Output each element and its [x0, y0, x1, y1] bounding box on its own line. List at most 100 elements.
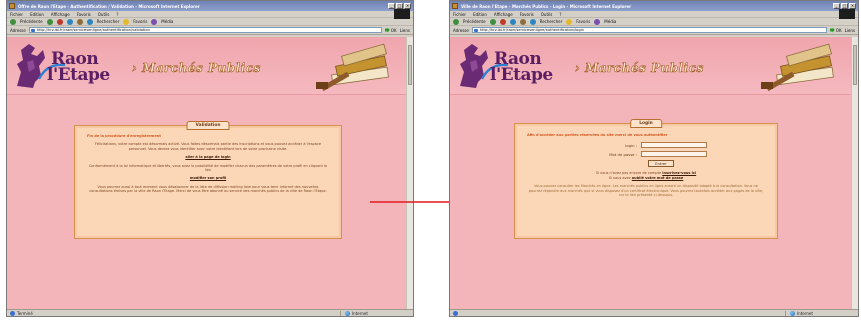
status-page-icon: [10, 310, 15, 316]
back-button-label[interactable]: Précédente: [20, 19, 43, 24]
menu-affichage[interactable]: Affichage: [494, 12, 513, 17]
back-button-label[interactable]: Précédente: [463, 19, 486, 24]
menu-favoris[interactable]: Favoris: [77, 12, 91, 17]
windows-logo-icon: [394, 9, 410, 19]
left-title-bar[interactable]: Offre de Raon l'Etape - Authentification…: [7, 1, 413, 11]
login-row: login :: [527, 142, 765, 149]
zone-label: Internet: [797, 310, 813, 316]
left-window-title: Offre de Raon l'Etape - Authentification…: [18, 3, 200, 9]
menu-fichier[interactable]: Fichier: [453, 12, 466, 17]
media-button-label[interactable]: Média: [604, 19, 616, 24]
right-browser-window: Ville de Raon l'Etape - Marchés Publics …: [449, 0, 859, 317]
menu-help[interactable]: ?: [116, 12, 118, 17]
validation-paragraph-3: Vous pourrez aussi à tout moment vous dé…: [89, 184, 327, 194]
forgot-note-text: Si vous avez: [608, 175, 631, 180]
go-label: OK: [390, 27, 397, 33]
logo-text-etape: l'Etape: [47, 65, 110, 85]
validation-paragraph-2: Conformément à la loi informatique et li…: [88, 163, 328, 173]
validation-heading: Fin de la procédure d'enregistrement: [87, 134, 161, 138]
password-label: Mot de passe :: [609, 151, 637, 157]
links-label[interactable]: Liens: [845, 28, 855, 33]
modify-profile-link[interactable]: modifier son profil: [190, 176, 226, 180]
panel-tab-login: Login: [630, 119, 662, 128]
home-icon[interactable]: [76, 18, 83, 25]
left-scrollbar[interactable]: [406, 37, 413, 309]
signup-link[interactable]: inscrivez-vous ici: [662, 171, 696, 175]
panel-tab-validation: Validation: [186, 121, 230, 130]
favorites-icon[interactable]: [123, 18, 130, 25]
address-label: Adresse: [453, 27, 469, 33]
section-title-text: Marchés Publics: [584, 61, 704, 76]
section-title-text: Marchés Publics: [141, 61, 261, 76]
home-icon[interactable]: [519, 18, 526, 25]
right-scrollbar[interactable]: [851, 37, 858, 309]
menu-affichage[interactable]: Affichage: [51, 12, 70, 17]
site-banner: Raon l'Etape › Marchés Publics: [450, 37, 851, 95]
address-input[interactable]: http://hrv.ibi.fr/raon/servicesenligne/a…: [471, 27, 827, 33]
favorites-button-label[interactable]: Favoris: [133, 19, 147, 24]
media-icon[interactable]: [594, 18, 601, 25]
search-icon[interactable]: [86, 18, 93, 25]
login-page-link[interactable]: aller à la page de login: [185, 155, 230, 159]
login-input[interactable]: [641, 142, 707, 149]
status-zone: Internet: [785, 310, 855, 316]
search-icon[interactable]: [529, 18, 536, 25]
menu-outils[interactable]: Outils: [98, 12, 110, 17]
search-button-label[interactable]: Rechercher: [97, 19, 120, 24]
search-button-label[interactable]: Rechercher: [540, 19, 563, 24]
right-scrollbar-thumb[interactable]: [853, 45, 857, 85]
back-icon[interactable]: [10, 18, 16, 25]
status-left: [453, 310, 785, 316]
submit-button[interactable]: Entrer: [648, 160, 674, 168]
left-address-bar: Adresse http://hrv.ibi.fr/raon/servicese…: [7, 26, 413, 35]
left-page-viewport: Raon l'Etape › Marchés Publics Validatio…: [7, 37, 406, 309]
right-menu-bar: Fichier Edition Affichage Favoris Outils…: [450, 9, 858, 19]
left-menu-bar: Fichier Edition Affichage Favoris Outils…: [7, 9, 413, 19]
internet-zone-icon: [345, 310, 350, 316]
right-address-bar: Adresse http://hrv.ibi.fr/raon/servicese…: [450, 26, 858, 35]
go-button[interactable]: OK: [829, 27, 842, 33]
menu-favoris[interactable]: Favoris: [520, 12, 534, 17]
forgot-password-link[interactable]: oublié votre mot de passe: [632, 176, 684, 180]
left-scrollbar-thumb[interactable]: [408, 45, 412, 85]
go-arrow-icon: [384, 27, 390, 33]
go-arrow-icon: [829, 27, 835, 33]
go-button[interactable]: OK: [384, 27, 397, 33]
favorites-button-label[interactable]: Favoris: [576, 19, 590, 24]
password-input[interactable]: [641, 151, 707, 158]
address-input[interactable]: http://hrv.ibi.fr/raon/servicesenligne/a…: [28, 27, 382, 33]
books-gavel-illustration: [761, 43, 834, 91]
links-label[interactable]: Liens: [400, 28, 410, 33]
forward-icon[interactable]: [46, 18, 53, 25]
go-label: OK: [835, 27, 842, 33]
zone-label: Internet: [352, 310, 368, 316]
login-panel: Login Afin d'accéder aux parties réservé…: [514, 119, 778, 239]
back-icon[interactable]: [453, 18, 459, 25]
menu-outils[interactable]: Outils: [541, 12, 553, 17]
signup-note-text: Si vous n'avez pas encore de compte: [595, 171, 662, 176]
left-browser-window: Offre de Raon l'Etape - Authentification…: [6, 0, 414, 317]
right-status-bar: Internet: [450, 309, 858, 316]
validation-panel: Validation Fin de la procédure d'enregis…: [74, 121, 342, 239]
media-button-label[interactable]: Média: [161, 19, 173, 24]
favorites-icon[interactable]: [566, 18, 573, 25]
login-heading: Afin d'accéder aux parties réservées du …: [527, 133, 668, 137]
menu-edition[interactable]: Edition: [30, 12, 44, 17]
login-label: login :: [625, 142, 637, 148]
ie-icon: [9, 3, 15, 9]
forward-icon[interactable]: [489, 18, 496, 25]
menu-edition[interactable]: Edition: [473, 12, 487, 17]
right-title-bar[interactable]: Ville de Raon l'Etape - Marchés Publics …: [450, 1, 858, 11]
refresh-icon[interactable]: [66, 18, 73, 25]
refresh-icon[interactable]: [509, 18, 516, 25]
status-zone: Internet: [340, 310, 410, 316]
section-title: › Marchés Publics: [575, 61, 704, 76]
right-window-title: Ville de Raon l'Etape - Marchés Publics …: [461, 3, 632, 9]
menu-help[interactable]: ?: [559, 12, 561, 17]
windows-logo-icon: [839, 9, 855, 19]
media-icon[interactable]: [151, 18, 158, 25]
stop-icon[interactable]: [56, 18, 63, 25]
menu-fichier[interactable]: Fichier: [10, 12, 23, 17]
status-page-icon: [453, 310, 458, 316]
stop-icon[interactable]: [499, 18, 506, 25]
